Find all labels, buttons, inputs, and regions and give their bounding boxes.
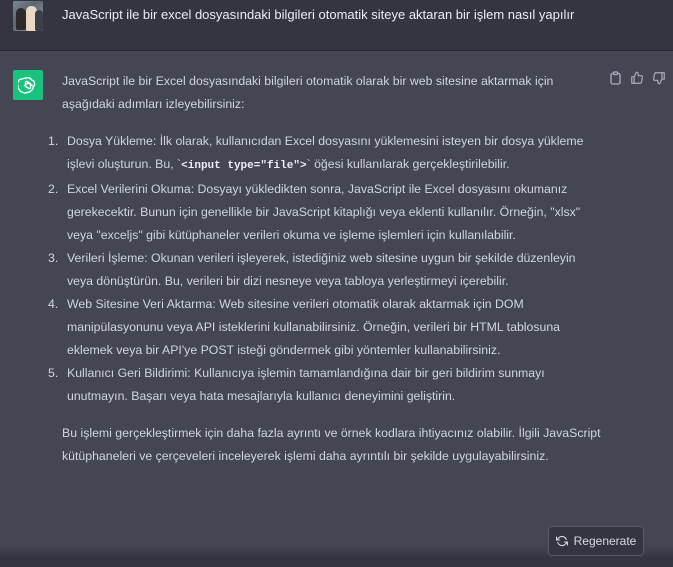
assistant-outro: Bu işlemi gerçekleştirmek için daha fazl… xyxy=(62,426,601,463)
user-avatar xyxy=(13,1,43,31)
regenerate-button[interactable]: Regenerate xyxy=(548,526,644,556)
copy-icon[interactable] xyxy=(607,70,623,86)
thumbs-down-icon[interactable] xyxy=(651,70,667,86)
list-item: 1. Dosya Yükleme: İlk olarak, kullanıcıda… xyxy=(48,134,584,172)
inline-code: <input type="file"> xyxy=(181,160,307,172)
user-message-text: JavaScript ile bir excel dosyasındaki bi… xyxy=(62,7,575,22)
list-item: 2. Excel Verilerini Okuma: Dosyayı yükled… xyxy=(48,182,581,242)
thumbs-up-icon[interactable] xyxy=(629,70,645,86)
steps-list: 1. Dosya Yükleme: İlk olarak, kullanıcıda… xyxy=(48,130,602,408)
list-item: 4. Web Sitesine Veri Aktarma: Web sitesin… xyxy=(48,297,561,357)
assistant-message: JavaScript ile bir Excel dosyasındaki bi… xyxy=(48,70,602,468)
chatgpt-logo-icon xyxy=(13,70,43,100)
user-message-row: JavaScript ile bir excel dosyasındaki bi… xyxy=(0,0,673,51)
assistant-intro: JavaScript ile bir Excel dosyasındaki bi… xyxy=(62,74,554,111)
regenerate-icon xyxy=(555,535,568,547)
message-actions xyxy=(607,70,667,86)
list-item: 3. Verileri İşleme: Okunan verileri işley… xyxy=(48,251,576,288)
list-item: 5. Kullanıcı Geri Bildirimi: Kullanıcıya … xyxy=(48,366,545,403)
regenerate-label: Regenerate xyxy=(573,534,637,548)
